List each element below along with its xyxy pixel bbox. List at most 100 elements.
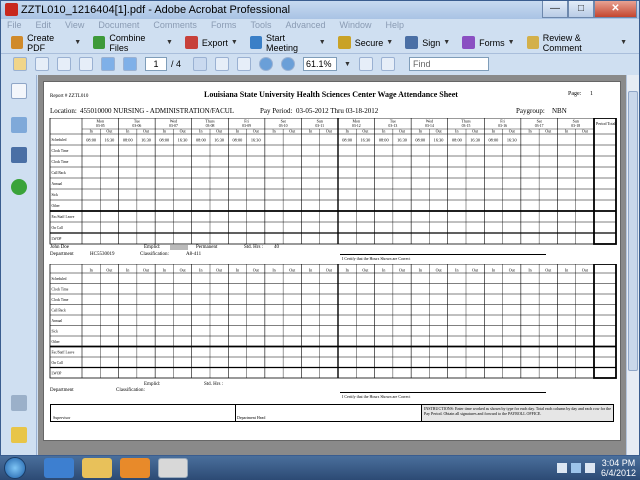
combine-files-button[interactable]: Combine Files ▼	[93, 33, 173, 53]
title-bar[interactable]: ZZTL010_1216404[1].pdf - Adobe Acrobat P…	[1, 1, 639, 19]
page-number-input[interactable]: 1	[145, 57, 167, 71]
secure-button[interactable]: Secure ▼	[337, 36, 393, 49]
out-label: Out	[362, 268, 369, 273]
out-label: Out	[143, 129, 150, 134]
row-label: Annual	[52, 182, 63, 186]
out-label: Out	[106, 268, 113, 273]
row-label: LWOP	[52, 237, 62, 241]
in-label: In	[565, 268, 568, 273]
create-pdf-button[interactable]: Create PDF ▼	[11, 33, 81, 53]
signature-line-2	[340, 392, 546, 393]
clock-date: 6/4/2012	[600, 468, 636, 478]
hand-tool-icon[interactable]	[215, 57, 230, 71]
menu-forms[interactable]: Forms	[211, 19, 237, 32]
clock[interactable]: 3:04 PM 6/4/2012	[601, 458, 636, 478]
redacted-emplid	[170, 245, 188, 250]
acrobat-taskbar-icon[interactable]	[158, 458, 188, 478]
forms-button[interactable]: Forms ▼	[462, 36, 515, 49]
start-button[interactable]	[4, 457, 26, 479]
day-name: Tue	[390, 119, 396, 124]
in-label: In	[89, 268, 92, 273]
location-value: 455010000 NURSING - ADMINISTRATION/FACUL	[80, 107, 235, 115]
row-label: Scheduled	[52, 138, 67, 142]
scheduled-in-time: 08:00	[489, 138, 499, 143]
select-tool-icon[interactable]	[193, 57, 208, 71]
zoom-in-icon[interactable]	[281, 57, 296, 71]
fit-page-icon[interactable]	[358, 57, 373, 71]
day-date: 03-11	[315, 124, 324, 128]
pay-period-value: 03-05-2012 Thru 03-18-2012	[296, 107, 379, 115]
scheduled-in-time: 08:00	[196, 138, 206, 143]
form-title: Louisiana State University Health Scienc…	[204, 90, 458, 99]
day-name: Fri	[500, 119, 506, 124]
menu-file[interactable]: File	[7, 19, 22, 32]
export-button[interactable]: Export ▼	[184, 36, 238, 49]
menu-edit[interactable]: Edit	[36, 19, 52, 32]
menu-view[interactable]: View	[65, 19, 84, 32]
help-icon[interactable]	[11, 179, 27, 195]
vertical-scrollbar[interactable]	[626, 75, 639, 455]
volume-icon[interactable]	[584, 463, 595, 473]
menu-advanced[interactable]: Advanced	[285, 19, 325, 32]
maximize-button[interactable]: □	[568, 1, 594, 18]
ie-taskbar-icon[interactable]	[44, 458, 74, 478]
scheduled-in-time: 08:00	[452, 138, 462, 143]
location-label: Location:	[50, 107, 77, 115]
export-icon	[184, 36, 198, 49]
in-label: In	[419, 268, 422, 273]
day-date: 03-15	[462, 124, 471, 128]
sign-button[interactable]: Sign ▼	[405, 36, 450, 49]
scroll-thumb[interactable]	[628, 91, 638, 371]
scheduled-in-time: 08:00	[86, 138, 96, 143]
menu-window[interactable]: Window	[339, 19, 371, 32]
menu-comments[interactable]: Comments	[153, 19, 197, 32]
zoom-tool-icon[interactable]	[237, 57, 252, 71]
in-label: In	[163, 268, 166, 273]
department-value: HC5530019	[90, 252, 115, 257]
save-icon[interactable]	[79, 57, 93, 71]
combine-files-icon	[93, 36, 106, 49]
scheduled-out-time: 16:30	[178, 138, 188, 143]
zoom-out-icon[interactable]	[259, 57, 274, 71]
find-input[interactable]: Find	[408, 57, 489, 71]
day-name: Thurs	[205, 119, 215, 124]
attachments-icon[interactable]	[11, 395, 27, 411]
start-meeting-button[interactable]: Start Meeting ▼	[249, 33, 326, 53]
out-label: Out	[253, 129, 260, 134]
in-label: In	[89, 129, 92, 134]
scheduled-out-time: 16:30	[251, 138, 261, 143]
zoom-level-input[interactable]: 61.1%	[303, 57, 338, 71]
window-title: ZZTL010_1216404[1].pdf - Adobe Acrobat P…	[21, 4, 291, 16]
action-center-icon[interactable]	[556, 463, 567, 473]
comments-icon[interactable]	[11, 427, 27, 443]
print-icon[interactable]	[35, 57, 49, 71]
lock-icon	[337, 36, 351, 49]
media-player-taskbar-icon[interactable]	[120, 458, 150, 478]
menu-document[interactable]: Document	[98, 19, 139, 32]
zoom-dropdown-icon[interactable]: ▼	[344, 61, 351, 68]
in-label: In	[163, 129, 166, 134]
out-label: Out	[326, 268, 333, 273]
close-button[interactable]: ✕	[594, 1, 637, 18]
row-label: Clock Time	[52, 160, 69, 164]
row-label: Sick	[52, 329, 59, 333]
prev-page-icon[interactable]	[101, 57, 115, 71]
email-icon[interactable]	[57, 57, 71, 71]
next-page-icon[interactable]	[123, 57, 137, 71]
pages-icon[interactable]	[11, 83, 27, 99]
network-icon[interactable]	[570, 463, 581, 473]
explorer-taskbar-icon[interactable]	[82, 458, 112, 478]
bookmarks-icon[interactable]	[11, 117, 27, 133]
menu-tools[interactable]: Tools	[250, 19, 271, 32]
navigation-toolbar: 1 / 4 61.1% ▼ Find	[1, 54, 639, 74]
open-folder-icon[interactable]	[13, 57, 27, 71]
fit-width-icon[interactable]	[380, 57, 395, 71]
signatures-icon[interactable]	[11, 147, 27, 163]
out-label: Out	[180, 268, 187, 273]
menu-help[interactable]: Help	[386, 19, 405, 32]
day-name: Sun	[573, 119, 579, 124]
review-comment-button[interactable]: Review & Comment ▼	[526, 33, 627, 53]
day-date: 03-07	[169, 124, 178, 128]
minimize-button[interactable]: —	[542, 1, 568, 18]
day-name: Mon	[97, 119, 105, 124]
